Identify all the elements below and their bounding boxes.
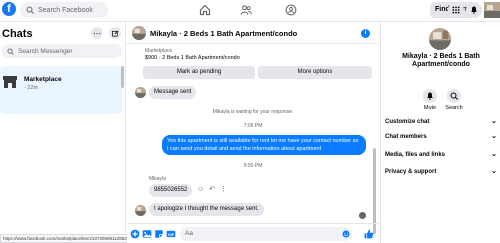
media-files-links-row[interactable]: Media, files and links ⌄ (385, 148, 497, 162)
chevron-down-icon: ⌄ (491, 168, 497, 175)
thumbs-up-icon[interactable] (364, 229, 374, 239)
row-label: Customize chat (385, 119, 430, 125)
react-icon[interactable]: ☺ (197, 186, 204, 193)
info-icon[interactable]: i (361, 29, 370, 38)
chevron-down-icon: ⌄ (491, 151, 497, 158)
marketplace-label: Marketplace (145, 48, 173, 54)
emoji-icon[interactable] (342, 230, 350, 238)
chats-title: Chats (2, 28, 33, 40)
contact-avatar-large[interactable] (429, 28, 451, 50)
grid-menu-icon (452, 6, 460, 14)
message-bubble-incoming[interactable]: I apologize I thought the message sent. (149, 203, 264, 216)
search-icon (7, 47, 14, 55)
chevron-down-icon: ⌄ (491, 118, 497, 125)
message-input[interactable]: Aa (180, 227, 352, 241)
top-navigation-bar: f Search Facebook Find friends (0, 0, 500, 22)
avatar-photo-icon (429, 28, 451, 50)
row-label: Privacy & support (385, 169, 437, 175)
account-avatar[interactable] (484, 2, 500, 18)
conversation-title[interactable]: Mikayla · 2 Beds 1 Bath Apartment/condo (150, 29, 297, 38)
chat-timestamp: · 22m (24, 85, 39, 91)
sticker-icon[interactable] (154, 229, 164, 239)
more-dots-icon: ⋯ (93, 28, 101, 38)
row-label: Media, files and links (385, 152, 446, 158)
messenger-search-input[interactable]: Search Messenger (2, 44, 122, 58)
message-actions: ☺ ↶ ⋮ (197, 185, 227, 194)
profile-photo-icon (484, 2, 500, 18)
gif-icon[interactable]: GIF (166, 229, 176, 239)
timestamp-divider: 9:50 PM (243, 163, 263, 169)
search-placeholder: Search Facebook (38, 6, 93, 14)
chat-list-item-marketplace[interactable]: Marketplace · 22m (0, 66, 122, 114)
mark-as-pending-button[interactable]: Mark as pending (143, 66, 255, 79)
svg-text:GIF: GIF (168, 233, 175, 237)
menu-button[interactable] (448, 2, 464, 18)
sidebar-scrollbar[interactable] (121, 66, 124, 88)
notifications-button[interactable] (466, 2, 482, 18)
more-dots-icon[interactable]: ⋮ (220, 185, 227, 193)
new-message-button[interactable] (109, 27, 121, 39)
avatar-photo-icon (135, 87, 146, 98)
customize-chat-row[interactable]: Customize chat ⌄ (385, 115, 497, 129)
facebook-search-input[interactable]: Search Facebook (20, 2, 108, 18)
mute-button[interactable]: Mute (418, 89, 442, 111)
reply-icon[interactable]: ↶ (209, 185, 215, 193)
message-bubble-outgoing[interactable]: Yes this apartment is still available fo… (162, 135, 366, 155)
mute-label: Mute (423, 105, 437, 111)
timestamp-divider: 7:05 PM (243, 123, 263, 129)
sender-avatar (135, 87, 146, 98)
chat-name: Marketplace (24, 76, 62, 83)
waiting-notice: Mikayla is waiting for your response. (212, 109, 294, 115)
chevron-down-icon: ⌄ (491, 133, 497, 140)
more-options-button[interactable]: More options (258, 66, 372, 79)
contact-name: Mikayla · 2 Beds 1 Bath Apartment/condo (402, 53, 480, 68)
sender-name: Mikayla (149, 176, 166, 182)
groups-icon[interactable] (285, 4, 297, 16)
seen-indicator (359, 212, 366, 219)
row-label: Chat members (385, 134, 427, 140)
conversation-header: Mikayla · 2 Beds 1 Bath Apartment/condo … (127, 22, 379, 44)
marketplace-store-icon (3, 76, 17, 88)
chat-members-row[interactable]: Chat members ⌄ (385, 130, 497, 144)
message-bubble-incoming[interactable]: 9855026552 (149, 184, 193, 197)
marketplace-listing-card: Marketplace $900 · 2 Beds 1 Bath Apartme… (143, 46, 389, 82)
conversation-scrollbar[interactable] (373, 148, 376, 234)
search-icon (450, 92, 458, 100)
conversation-panel: Mikayla · 2 Beds 1 Bath Apartment/condo … (127, 22, 379, 243)
avatar-photo-icon (135, 205, 146, 216)
avatar-photo-icon (132, 26, 146, 40)
bell-icon (427, 92, 433, 100)
privacy-support-row[interactable]: Privacy & support ⌄ (385, 165, 497, 179)
home-icon[interactable] (199, 4, 211, 16)
bell-icon (471, 6, 477, 14)
image-icon[interactable] (142, 229, 152, 239)
facebook-logo[interactable]: f (2, 2, 16, 16)
plus-circle-icon[interactable] (130, 229, 140, 239)
sender-avatar (135, 205, 146, 216)
messenger-search-placeholder: Search Messenger (18, 47, 73, 55)
search-label: Search (445, 105, 463, 111)
chat-options-button[interactable]: ⋯ (91, 27, 103, 39)
chats-sidebar: Chats ⋯ Search Messenger Marketplace · 2… (0, 22, 126, 243)
message-bubble-incoming[interactable]: Message sent (149, 86, 197, 99)
compose-icon (111, 30, 118, 36)
search-conversation-button[interactable]: Search (442, 89, 466, 111)
conversation-details-panel: Mikayla · 2 Beds 1 Bath Apartment/condo … (380, 22, 500, 243)
listing-summary[interactable]: $900 · 2 Beds 1 Bath Apartment/condo (145, 55, 240, 61)
message-composer: GIF Aa (127, 223, 379, 243)
friends-icon[interactable] (240, 4, 252, 16)
search-icon (26, 6, 34, 14)
contact-avatar[interactable] (132, 26, 146, 40)
